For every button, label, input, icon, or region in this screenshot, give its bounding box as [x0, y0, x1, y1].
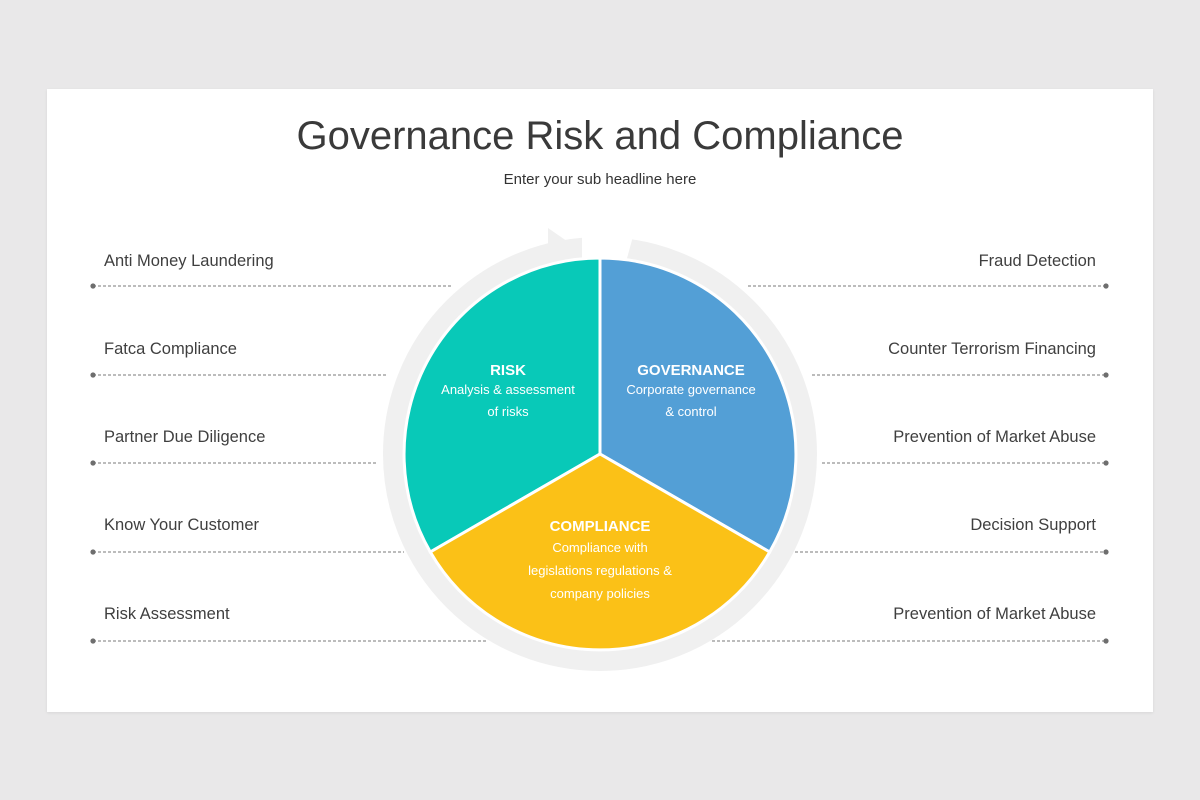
- leader-dot: [1103, 638, 1109, 644]
- compliance-title: COMPLIANCE: [550, 518, 651, 535]
- leader-dot: [90, 372, 96, 378]
- leader-dot: [90, 460, 96, 466]
- compliance-desc-line3: company policies: [550, 586, 650, 601]
- leader-dot: [90, 549, 96, 555]
- leader-dot: [1103, 283, 1109, 289]
- leader-dot: [1103, 460, 1109, 466]
- compliance-desc-line1: Compliance with: [552, 540, 647, 555]
- governance-title: GOVERNANCE: [637, 362, 745, 379]
- leader-dot: [90, 638, 96, 644]
- grc-diagram: RISK Analysis & assessment of risks GOVE…: [90, 228, 1109, 671]
- leader-dot: [90, 283, 96, 289]
- governance-desc-line1: Corporate governance: [626, 382, 755, 397]
- governance-desc-line2: & control: [665, 404, 716, 419]
- risk-desc-line2: of risks: [487, 404, 529, 419]
- compliance-desc-line2: legislations regulations &: [528, 563, 672, 578]
- leader-dot: [1103, 549, 1109, 555]
- risk-desc-line1: Analysis & assessment: [441, 382, 575, 397]
- leader-dot: [1103, 372, 1109, 378]
- risk-title: RISK: [490, 362, 526, 379]
